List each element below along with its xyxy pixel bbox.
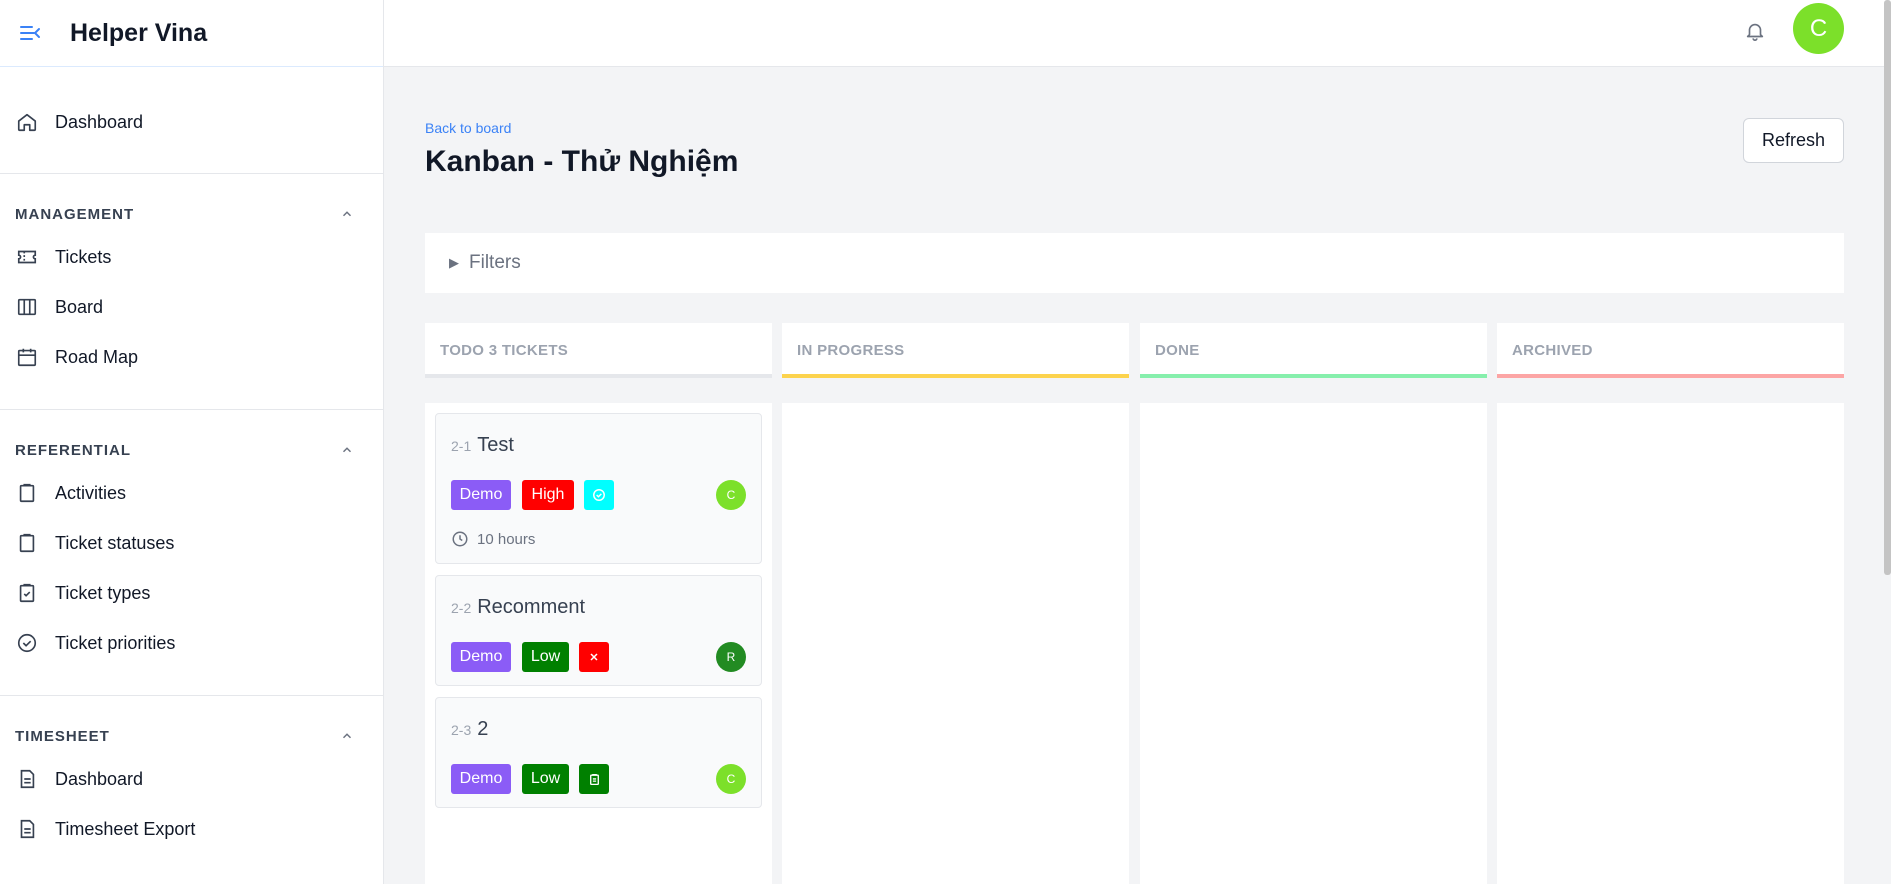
- caret-right-icon: ▶: [449, 255, 459, 270]
- clipboard-icon: [15, 531, 39, 555]
- ticket-title: 2-2 Recomment: [451, 596, 585, 619]
- sidebar-item-label: Road Map: [55, 346, 139, 367]
- group-management-header[interactable]: MANAGEMENT: [0, 196, 384, 232]
- column-title: IN PROGRESS: [797, 342, 905, 359]
- column-body-todo: 2-1 Test Demo High C 10 hours 2-2 Recommen…: [425, 403, 772, 884]
- column-color-bar: [425, 374, 772, 378]
- column-title: TODO 3 TICKETS: [440, 342, 569, 359]
- group-title: MANAGEMENT: [15, 205, 135, 223]
- ticket-card[interactable]: 2-2 Recomment Demo Low R: [435, 575, 762, 686]
- divider: [0, 695, 384, 696]
- home-icon: [15, 110, 39, 134]
- document-icon: [15, 767, 39, 791]
- sidebar-item-ticket-priorities[interactable]: Ticket priorities: [0, 618, 384, 668]
- sidebar-item-label: Activities: [55, 482, 127, 503]
- sidebar-item-label: Tickets: [55, 246, 112, 267]
- page-title: Kanban - Thử Nghiệm: [425, 145, 739, 178]
- ticket-title: 2-3 2: [451, 718, 488, 741]
- collapse-menu-icon[interactable]: [18, 21, 42, 45]
- project-tag: Demo: [451, 480, 511, 510]
- time-label: 10 hours: [477, 530, 536, 548]
- sidebar-item-label: Ticket priorities: [55, 632, 176, 653]
- check-circle-icon: [15, 631, 39, 655]
- column-header-todo: TODO 3 TICKETS: [425, 323, 772, 378]
- sidebar: Helper Vina Dashboard MANAGEMENT Tickets…: [0, 0, 384, 884]
- back-to-board-link[interactable]: Back to board: [425, 120, 511, 136]
- sidebar-item-label: Ticket types: [55, 582, 151, 603]
- column-title: DONE: [1155, 342, 1200, 359]
- sidebar-item-ticket-statuses[interactable]: Ticket statuses: [0, 518, 384, 568]
- assignee-avatar: C: [716, 480, 746, 510]
- assignee-avatar: R: [716, 642, 746, 672]
- project-tag: Demo: [451, 764, 511, 794]
- divider: [0, 409, 384, 410]
- sidebar-item-dashboard[interactable]: Dashboard: [0, 97, 384, 147]
- chevron-up-icon: [340, 207, 354, 221]
- sidebar-item-label: Ticket statuses: [55, 532, 175, 553]
- priority-tag: High: [522, 480, 574, 510]
- column-color-bar: [782, 374, 1129, 378]
- sidebar-item-activities[interactable]: Activities: [0, 468, 384, 518]
- group-title: REFERENTIAL: [15, 441, 131, 459]
- app-title: Helper Vina: [70, 18, 208, 47]
- priority-tag: Low: [522, 642, 569, 672]
- sidebar-item-tickets[interactable]: Tickets: [0, 232, 384, 282]
- group-title: TIMESHEET: [15, 727, 110, 745]
- column-title: ARCHIVED: [1512, 342, 1593, 359]
- ticket-code: 2-2: [451, 600, 472, 616]
- sidebar-item-timesheet-dashboard[interactable]: Dashboard: [0, 754, 384, 804]
- check-circle-icon: [584, 480, 614, 510]
- priority-tag: Low: [522, 764, 569, 794]
- calendar-icon: [15, 345, 39, 369]
- clipboard-icon: [579, 764, 609, 794]
- ticket-name: 2: [477, 718, 489, 740]
- column-header-in-progress: IN PROGRESS: [782, 323, 1129, 378]
- user-avatar[interactable]: C: [1793, 3, 1844, 54]
- topbar: [384, 0, 1891, 67]
- column-body-in-progress: [782, 403, 1129, 884]
- ticket-code: 2-3: [451, 722, 472, 738]
- column-header-archived: ARCHIVED: [1497, 323, 1844, 378]
- sidebar-item-label: Timesheet Export: [55, 818, 196, 839]
- assignee-avatar: C: [716, 764, 746, 794]
- chevron-up-icon: [340, 729, 354, 743]
- project-tag: Demo: [451, 642, 511, 672]
- refresh-button[interactable]: Refresh: [1743, 118, 1844, 163]
- column-body-archived: [1497, 403, 1844, 884]
- group-referential-header[interactable]: REFERENTIAL: [0, 432, 384, 468]
- time-estimate: 10 hours: [451, 530, 535, 548]
- ticket-card[interactable]: 2-3 2 Demo Low C: [435, 697, 762, 808]
- sidebar-item-timesheet-export[interactable]: Timesheet Export: [0, 804, 384, 854]
- sidebar-item-label: Dashboard: [55, 768, 144, 789]
- chevron-up-icon: [340, 443, 354, 457]
- clipboard-icon: [15, 481, 39, 505]
- columns-icon: [15, 295, 39, 319]
- ticket-code: 2-1: [451, 438, 472, 454]
- ticket-icon: [15, 245, 39, 269]
- ticket-card[interactable]: 2-1 Test Demo High C 10 hours: [435, 413, 762, 564]
- group-timesheet-header[interactable]: TIMESHEET: [0, 718, 384, 754]
- clock-icon: [451, 530, 469, 548]
- ticket-title: 2-1 Test: [451, 434, 514, 457]
- filters-label: Filters: [469, 252, 521, 273]
- column-header-done: DONE: [1140, 323, 1487, 378]
- x-icon: [579, 642, 609, 672]
- brand: Helper Vina: [0, 0, 383, 67]
- divider: [0, 173, 384, 174]
- scrollbar[interactable]: [1884, 0, 1891, 575]
- column-body-done: [1140, 403, 1487, 884]
- sidebar-item-label: Board: [55, 296, 104, 317]
- sidebar-item-label: Dashboard: [55, 111, 144, 132]
- clipboard-check-icon: [15, 581, 39, 605]
- column-color-bar: [1140, 374, 1487, 378]
- filters-toggle[interactable]: ▶ Filters: [425, 233, 1844, 293]
- document-icon: [15, 817, 39, 841]
- sidebar-item-road-map[interactable]: Road Map: [0, 332, 384, 382]
- ticket-name: Recomment: [477, 596, 586, 618]
- bell-icon[interactable]: [1738, 14, 1772, 48]
- ticket-name: Test: [477, 434, 514, 456]
- column-color-bar: [1497, 374, 1844, 378]
- sidebar-item-board[interactable]: Board: [0, 282, 384, 332]
- sidebar-item-ticket-types[interactable]: Ticket types: [0, 568, 384, 618]
